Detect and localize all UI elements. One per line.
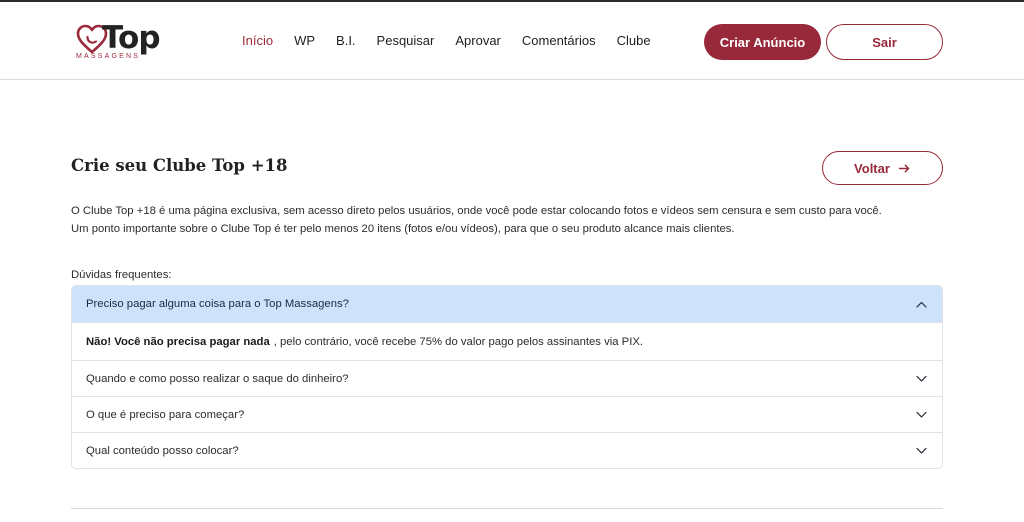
chevron-down-icon: [916, 375, 927, 382]
page-description: O Clube Top +18 é uma página exclusiva, …: [71, 203, 951, 238]
site-header: Top MASSAGENS Início WP B.I. Pesquisar A…: [0, 2, 1024, 80]
faq-question: O que é preciso para começar?: [86, 408, 245, 421]
faq-item: Qual conteúdo posso colocar?: [72, 433, 942, 468]
faq-question-toggle[interactable]: Qual conteúdo posso colocar?: [72, 433, 942, 468]
back-button-label: Voltar: [854, 160, 890, 176]
faq-question: Preciso pagar alguma coisa para o Top Ma…: [86, 298, 349, 310]
nav-item-bi[interactable]: B.I.: [336, 33, 356, 53]
faq-item: Quando e como posso realizar o saque do …: [72, 361, 942, 397]
section-divider: [71, 508, 943, 509]
nav-item-comentarios[interactable]: Comentários: [522, 33, 596, 53]
chevron-down-icon: [916, 447, 927, 454]
nav-item-aprovar[interactable]: Aprovar: [455, 33, 501, 53]
faq-question-toggle[interactable]: Preciso pagar alguma coisa para o Top Ma…: [72, 286, 942, 322]
faq-heading: Dúvidas frequentes:: [71, 269, 172, 281]
page-title: Crie seu Clube Top +18: [71, 156, 288, 175]
nav-item-inicio[interactable]: Início: [242, 33, 273, 53]
chevron-down-icon: [916, 411, 927, 418]
faq-question: Qual conteúdo posso colocar?: [86, 444, 239, 457]
logout-button[interactable]: Sair: [826, 24, 943, 60]
faq-item: Preciso pagar alguma coisa para o Top Ma…: [72, 286, 942, 361]
faq-question: Quando e como posso realizar o saque do …: [86, 372, 349, 385]
faq-answer-text: , pelo contrário, você recebe 75% do val…: [273, 335, 644, 348]
faq-accordion: Preciso pagar alguma coisa para o Top Ma…: [71, 285, 943, 469]
brand-name: Top: [102, 20, 161, 56]
nav-item-wp[interactable]: WP: [294, 33, 315, 53]
faq-question-toggle[interactable]: O que é preciso para começar?: [72, 397, 942, 432]
chevron-up-icon: [916, 301, 927, 308]
brand-logo[interactable]: Top MASSAGENS: [76, 20, 166, 62]
faq-answer-bold: Não! Você não precisa pagar nada: [86, 335, 270, 348]
faq-answer: Não! Você não precisa pagar nada , pelo …: [72, 322, 942, 360]
nav-item-clube[interactable]: Clube: [617, 33, 651, 53]
arrow-right-icon: [898, 164, 910, 172]
description-line: Um ponto importante sobre o Clube Top é …: [71, 222, 735, 235]
description-line: O Clube Top +18 é uma página exclusiva, …: [71, 205, 882, 217]
faq-question-toggle[interactable]: Quando e como posso realizar o saque do …: [72, 361, 942, 396]
faq-item: O que é preciso para começar?: [72, 397, 942, 433]
main-nav: Início WP B.I. Pesquisar Aprovar Comentá…: [242, 33, 672, 53]
nav-item-pesquisar[interactable]: Pesquisar: [377, 33, 435, 53]
back-button[interactable]: Voltar: [822, 151, 943, 185]
create-ad-button[interactable]: Criar Anúncio: [704, 24, 821, 60]
brand-subtitle: MASSAGENS: [76, 53, 141, 60]
